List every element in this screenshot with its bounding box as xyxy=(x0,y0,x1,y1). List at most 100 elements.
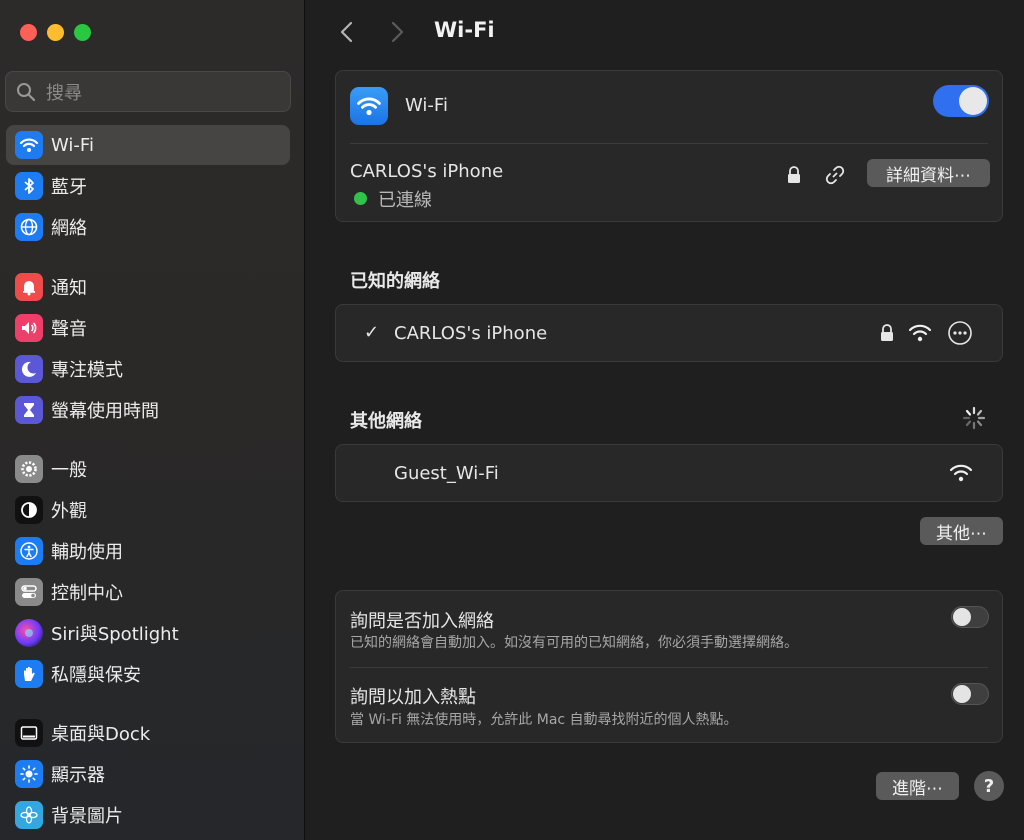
lock-icon xyxy=(881,324,893,341)
bluetooth-icon xyxy=(15,172,43,200)
other-networks-title: 其他網絡 xyxy=(350,411,422,432)
sidebar-item-focus[interactable]: 專注模式 xyxy=(6,349,290,389)
known-networks-title: 已知的網絡 xyxy=(350,271,440,292)
sidebar-item-accessibility[interactable]: 輔助使用 xyxy=(6,531,290,571)
sidebar-item-label: 控制中心 xyxy=(51,583,123,604)
control-center-icon xyxy=(15,578,43,606)
search-placeholder: 搜尋 xyxy=(46,82,82,104)
wifi-app-icon xyxy=(350,87,388,125)
ask-hotspot-title: 詢問以加入熱點 xyxy=(350,687,476,708)
list-item[interactable]: Guest_Wi-Fi xyxy=(336,445,1002,501)
wifi-signal-icon xyxy=(908,324,932,342)
sun-icon xyxy=(15,760,43,788)
sidebar-item-wallpaper[interactable]: 背景圖片 xyxy=(6,795,290,835)
connected-status-dot xyxy=(354,192,367,205)
sidebar-item-label: Siri與Spotlight xyxy=(51,624,179,645)
help-button[interactable]: ? xyxy=(974,771,1004,801)
toolbar: Wi-Fi xyxy=(306,14,1024,50)
window-controls xyxy=(20,24,91,41)
accessibility-icon xyxy=(15,537,43,565)
sidebar-item-label: 一般 xyxy=(51,460,87,481)
divider xyxy=(350,667,988,668)
page-title: Wi-Fi xyxy=(434,18,495,42)
minimize-window-button[interactable] xyxy=(47,24,64,41)
sidebar-item-control-center[interactable]: 控制中心 xyxy=(6,572,290,612)
sidebar-item-general[interactable]: 一般 xyxy=(6,449,290,489)
ask-hotspot-toggle[interactable] xyxy=(951,683,989,705)
sidebar-item-label: 外觀 xyxy=(51,501,87,522)
wifi-toggle[interactable] xyxy=(933,85,989,117)
siri-icon xyxy=(15,619,43,647)
sidebar-item-label: 專注模式 xyxy=(51,360,123,381)
sidebar-item-network[interactable]: 網絡 xyxy=(6,207,290,247)
sidebar-item-label: 網絡 xyxy=(51,218,87,239)
sidebar-item-label: 聲音 xyxy=(51,319,87,340)
details-button[interactable]: 詳細資料⋯ xyxy=(867,159,990,187)
sidebar-item-label: 輔助使用 xyxy=(51,542,123,563)
link-icon xyxy=(825,165,845,185)
dock-icon xyxy=(15,719,43,747)
network-name: Guest_Wi-Fi xyxy=(394,463,499,484)
flower-icon xyxy=(15,801,43,829)
ask-join-description: 已知的網絡會自動加入。如沒有可用的已知網絡，你必須手動選擇網絡。 xyxy=(350,635,798,651)
ask-join-title: 詢問是否加入網絡 xyxy=(350,611,494,632)
toggle-knob xyxy=(959,87,987,115)
network-name: CARLOS's iPhone xyxy=(394,323,548,344)
checkmark-icon: ✓ xyxy=(364,322,380,343)
hand-icon xyxy=(15,660,43,688)
main-panel: Wi-Fi Wi-Fi CARLOS's iPhone 已連線 詳細資料⋯ 已知… xyxy=(306,0,1024,840)
search-input[interactable]: 搜尋 xyxy=(5,71,291,112)
close-window-button[interactable] xyxy=(20,24,37,41)
wifi-icon xyxy=(15,131,43,159)
sidebar-item-displays[interactable]: 顯示器 xyxy=(6,754,290,794)
sidebar-item-siri-spotlight[interactable]: Siri與Spotlight xyxy=(6,613,290,653)
sidebar-item-label: 私隱與保安 xyxy=(51,665,141,686)
sidebar-item-label: 顯示器 xyxy=(51,765,105,786)
wifi-label: Wi-Fi xyxy=(405,95,448,116)
appearance-icon xyxy=(15,496,43,524)
connection-status: 已連線 xyxy=(378,190,432,211)
back-arrow-icon[interactable] xyxy=(336,20,358,44)
sidebar-item-label: Wi-Fi xyxy=(51,134,94,156)
loading-spinner-icon xyxy=(962,406,986,430)
wifi-signal-icon xyxy=(949,464,973,482)
sidebar-item-label: 藍牙 xyxy=(51,177,87,198)
ask-hotspot-description: 當 Wi-Fi 無法使用時，允許此 Mac 自動尋找附近的個人熱點。 xyxy=(350,712,738,728)
ask-join-toggle[interactable] xyxy=(951,606,989,628)
moon-icon xyxy=(15,355,43,383)
advanced-button[interactable]: 進階⋯ xyxy=(876,772,959,800)
wifi-card: Wi-Fi CARLOS's iPhone 已連線 詳細資料⋯ xyxy=(335,70,1003,222)
gear-icon xyxy=(15,455,43,483)
join-settings-card: 詢問是否加入網絡 已知的網絡會自動加入。如沒有可用的已知網絡，你必須手動選擇網絡… xyxy=(335,590,1003,743)
bell-icon xyxy=(15,273,43,301)
sidebar-item-wifi[interactable]: Wi-Fi xyxy=(6,125,290,165)
other-network-button[interactable]: 其他⋯ xyxy=(920,517,1003,545)
connected-network-name: CARLOS's iPhone xyxy=(350,161,504,182)
forward-arrow-icon[interactable] xyxy=(386,20,408,44)
zoom-window-button[interactable] xyxy=(74,24,91,41)
hourglass-icon xyxy=(15,396,43,424)
sidebar-item-privacy-security[interactable]: 私隱與保安 xyxy=(6,654,290,694)
sidebar-item-label: 通知 xyxy=(51,278,87,299)
sidebar-item-label: 背景圖片 xyxy=(51,806,123,827)
speaker-icon xyxy=(15,314,43,342)
sidebar-item-bluetooth[interactable]: 藍牙 xyxy=(6,166,290,206)
toggle-knob xyxy=(953,608,971,626)
sidebar-item-screen-time[interactable]: 螢幕使用時間 xyxy=(6,390,290,430)
search-icon xyxy=(17,82,36,101)
sidebar-item-notifications[interactable]: 通知 xyxy=(6,267,290,307)
other-networks-card: Guest_Wi-Fi xyxy=(335,444,1003,502)
lock-icon xyxy=(788,166,800,183)
sidebar-item-label: 桌面與Dock xyxy=(51,724,151,745)
divider xyxy=(350,143,988,144)
globe-icon xyxy=(15,213,43,241)
list-item[interactable]: ✓ CARLOS's iPhone xyxy=(336,305,1002,361)
sidebar-item-sound[interactable]: 聲音 xyxy=(6,308,290,348)
sidebar: 搜尋 Wi-Fi 藍牙 網絡 通知 聲音 專注模式 螢幕使用時間 一般 外觀 輔… xyxy=(0,0,305,840)
toggle-knob xyxy=(953,685,971,703)
sidebar-item-desktop-dock[interactable]: 桌面與Dock xyxy=(6,713,290,753)
more-options-icon[interactable] xyxy=(947,320,973,346)
sidebar-item-label: 螢幕使用時間 xyxy=(51,401,159,422)
sidebar-item-appearance[interactable]: 外觀 xyxy=(6,490,290,530)
known-networks-card: ✓ CARLOS's iPhone xyxy=(335,304,1003,362)
